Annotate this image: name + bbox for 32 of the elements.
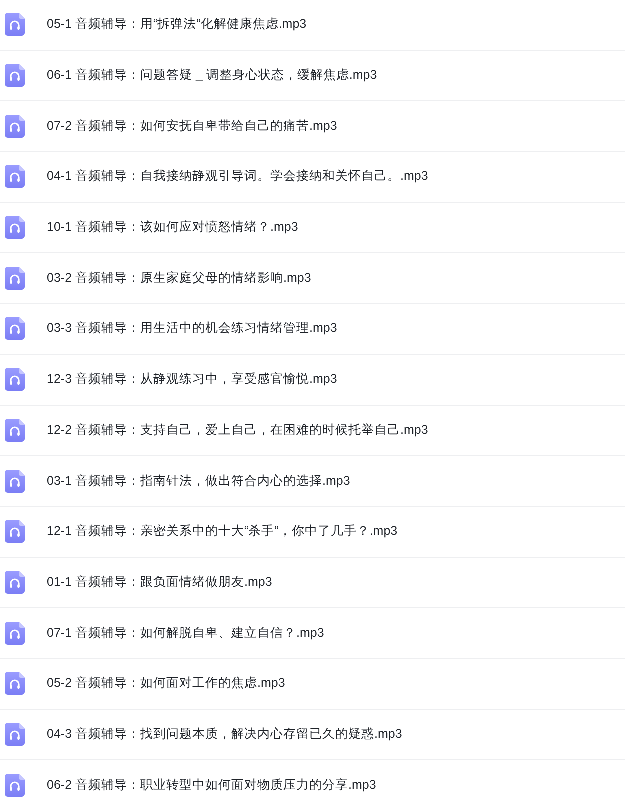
audio-file-icon <box>5 216 25 240</box>
audio-file-icon <box>5 368 25 392</box>
file-name[interactable]: 07-2 音频辅导：如何安抚自卑带给自己的痛苦.mp3 <box>47 118 338 135</box>
file-name[interactable]: 07-1 音频辅导：如何解脱自卑、建立自信？.mp3 <box>47 624 324 642</box>
file-name[interactable]: 04-3 音频辅导：找到问题本质，解决内心存留已久的疑惑.mp3 <box>47 726 402 743</box>
audio-file-icon <box>5 114 25 138</box>
file-name[interactable]: 06-2 音频辅导：职业转型中如何面对物质压力的分享.mp3 <box>47 776 376 794</box>
audio-file-icon <box>5 470 25 493</box>
file-name[interactable]: 06-1 音频辅导：问题答疑 _ 调整身心状态，缓解焦虑.mp3 <box>47 67 378 84</box>
audio-file-icon <box>5 317 25 340</box>
file-name[interactable]: 05-1 音频辅导：用“拆弹法”化解健康焦虑.mp3 <box>47 16 307 34</box>
file-name[interactable]: 03-3 音频辅导：用生活中的机会练习情绪管理.mp3 <box>47 320 338 338</box>
audio-file-icon <box>5 570 25 594</box>
audio-file-icon <box>5 165 25 188</box>
audio-file-icon <box>5 774 25 797</box>
file-name[interactable]: 03-1 音频辅导：指南针法，做出符合内心的选择.mp3 <box>47 472 350 490</box>
file-name[interactable]: 01-1 音频辅导：跟负面情绪做朋友.mp3 <box>47 574 272 591</box>
audio-file-icon <box>5 672 25 696</box>
file-name[interactable]: 12-3 音频辅导：从静观练习中，享受感官愉悦.mp3 <box>47 371 338 388</box>
audio-file-icon <box>5 13 25 36</box>
file-name[interactable]: 12-2 音频辅导：支持自己，爱上自己，在困难的时候托举自己.mp3 <box>47 422 428 439</box>
file-name[interactable]: 04-1 音频辅导：自我接纳静观引导词。学会接纳和关怀自己。.mp3 <box>47 168 428 186</box>
file-name[interactable]: 12-1 音频辅导：亲密关系中的十大“杀手”，你中了几手？.mp3 <box>47 523 398 540</box>
file-name[interactable]: 05-2 音频辅导：如何面对工作的焦虑.mp3 <box>47 675 286 692</box>
audio-file-icon <box>5 722 25 746</box>
audio-file-icon <box>5 622 25 645</box>
file-name[interactable]: 03-2 音频辅导：原生家庭父母的情绪影响.mp3 <box>47 270 312 287</box>
file-name[interactable]: 10-1 音频辅导：该如何应对愤怒情绪？.mp3 <box>47 219 298 236</box>
audio-file-icon <box>5 266 25 290</box>
audio-file-icon <box>5 520 25 544</box>
audio-file-icon <box>5 418 25 442</box>
audio-file-icon <box>5 64 25 88</box>
